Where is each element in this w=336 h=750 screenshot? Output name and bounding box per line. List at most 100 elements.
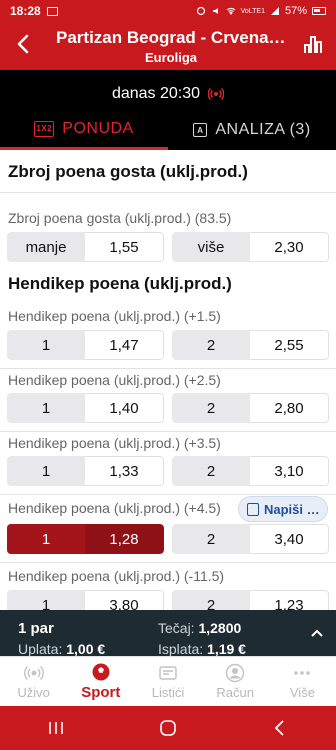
market-label: Hendikep poena (uklj.prod.) (+1.5) bbox=[8, 308, 221, 324]
odd-button-1[interactable]: 1 1,47 bbox=[7, 330, 164, 360]
odd-value: 2,80 bbox=[250, 393, 329, 423]
odd-name: 2 bbox=[172, 590, 250, 610]
wifi-icon bbox=[226, 7, 235, 15]
slip-payout-value: 1,19 € bbox=[207, 641, 246, 657]
slip-payout: Isplata: 1,19 € bbox=[158, 641, 246, 657]
tab-ponuda-label: PONUDA bbox=[62, 119, 134, 137]
odd-name: 1 bbox=[7, 456, 85, 486]
odd-name: 2 bbox=[172, 456, 250, 486]
nav-vise[interactable]: Više bbox=[269, 657, 336, 706]
odd-value: 3,40 bbox=[250, 524, 329, 554]
nav-racun-label: Račun bbox=[216, 685, 254, 700]
section-header-hendikep: Hendikep poena (uklj.prod.) bbox=[8, 274, 232, 293]
tab-analiza[interactable]: A ANALIZA (3) bbox=[168, 110, 336, 150]
match-time: danas 20:30 bbox=[111, 85, 201, 102]
odd-value: 1,23 bbox=[250, 590, 329, 610]
odd-button-2[interactable]: 2 3,10 bbox=[172, 456, 329, 486]
odd-name: 2 bbox=[172, 393, 250, 423]
odd-value: 1,33 bbox=[85, 456, 164, 486]
write-comment-button[interactable]: Napiši … bbox=[238, 496, 328, 522]
status-indicators: VoLTE1 57% bbox=[196, 5, 326, 17]
market-label: Hendikep poena (uklj.prod.) (+4.5) bbox=[8, 500, 221, 516]
odd-value: 2,55 bbox=[250, 330, 329, 360]
home-button[interactable] bbox=[148, 716, 188, 740]
odd-name: 2 bbox=[172, 524, 250, 554]
odd-name: 1 bbox=[7, 330, 85, 360]
divider bbox=[0, 368, 336, 369]
divider bbox=[0, 431, 336, 432]
slip-odds-value: 1,2800 bbox=[198, 620, 242, 636]
nav-listici-label: Listići bbox=[151, 685, 185, 700]
recent-apps-button[interactable] bbox=[36, 716, 76, 740]
market-label: Hendikep poena (uklj.prod.) (-11.5) bbox=[8, 568, 225, 584]
bottom-navigation: Uživo Sport Listići Račun Više bbox=[0, 656, 336, 706]
back-arrow-icon[interactable] bbox=[12, 32, 36, 56]
odd-value: 1,55 bbox=[85, 232, 164, 262]
odds-list[interactable]: Zbroj poena gosta (uklj.prod.) Zbroj poe… bbox=[0, 150, 336, 610]
divider bbox=[0, 494, 336, 495]
odd-button-1[interactable]: 1 1,40 bbox=[7, 393, 164, 423]
bet-slip-bar[interactable]: 1 par Uplata: 1,00 € Tečaj: 1,2800 Ispla… bbox=[0, 610, 336, 657]
odd-value: 3,10 bbox=[250, 456, 329, 486]
nav-sport-label: Sport bbox=[81, 684, 121, 701]
mute-icon bbox=[212, 8, 218, 14]
odd-name: 1 bbox=[7, 524, 85, 554]
odd-button-1[interactable]: 1 1,33 bbox=[7, 456, 164, 486]
nav-sport[interactable]: Sport bbox=[67, 657, 134, 706]
tab-ponuda[interactable]: 1X2 PONUDA bbox=[0, 110, 168, 150]
odd-button-1-selected[interactable]: 1 1,28 bbox=[7, 524, 164, 554]
odd-button-2[interactable]: 2 3,40 bbox=[172, 524, 329, 554]
market-label: Zbroj poena gosta (uklj.prod.) (83.5) bbox=[8, 210, 232, 226]
battery-percent: 57% bbox=[284, 5, 307, 17]
odds-1x2-icon: 1X2 bbox=[34, 120, 55, 137]
slip-payout-label: Isplata: bbox=[158, 641, 204, 657]
nav-racun[interactable]: Račun bbox=[202, 657, 269, 706]
odd-name: manje bbox=[7, 232, 85, 262]
signal-label: VoLTE1 bbox=[240, 7, 265, 15]
app-bar: Partizan Beograd - Crvena… Euroliga bbox=[0, 22, 336, 70]
odd-button-vise[interactable]: više 2,30 bbox=[172, 232, 329, 262]
gallery-icon bbox=[46, 6, 58, 16]
odd-button-2[interactable]: 2 1,23 bbox=[172, 590, 329, 610]
account-icon bbox=[225, 663, 245, 683]
odd-name: više bbox=[172, 232, 250, 262]
recent-apps-icon bbox=[49, 722, 63, 734]
slip-odds-label: Tečaj: bbox=[158, 620, 195, 636]
slip-stake-value: 1,00 € bbox=[66, 641, 106, 657]
divider bbox=[0, 192, 336, 193]
slip-stake-label: Uplata: bbox=[18, 641, 63, 657]
more-icon bbox=[294, 671, 311, 675]
competition-name: Euroliga bbox=[144, 50, 197, 65]
nav-vise-label: Više bbox=[289, 685, 315, 700]
system-back-button[interactable] bbox=[260, 716, 300, 740]
odd-name: 2 bbox=[172, 330, 250, 360]
divider bbox=[0, 562, 336, 563]
chevron-up-icon[interactable] bbox=[310, 626, 324, 640]
live-broadcast-icon bbox=[208, 88, 225, 100]
analysis-icon: A bbox=[193, 123, 208, 137]
home-icon bbox=[160, 720, 176, 736]
note-icon bbox=[247, 502, 259, 516]
ball-icon bbox=[92, 663, 110, 681]
odd-button-2[interactable]: 2 2,55 bbox=[172, 330, 329, 360]
signal-icon bbox=[270, 7, 279, 15]
odd-button-1[interactable]: 1 3,80 bbox=[7, 590, 164, 610]
status-time: 18:28 bbox=[10, 4, 41, 18]
odd-value: 3,80 bbox=[85, 590, 164, 610]
odd-button-2[interactable]: 2 2,80 bbox=[172, 393, 329, 423]
slip-pair-count: 1 par bbox=[18, 620, 54, 637]
write-comment-label: Napiši … bbox=[264, 501, 320, 517]
odd-name: 1 bbox=[7, 590, 85, 610]
nav-uzivo-label: Uživo bbox=[17, 685, 50, 700]
market-label: Hendikep poena (uklj.prod.) (+2.5) bbox=[8, 372, 221, 388]
slip-odds: Tečaj: 1,2800 bbox=[158, 620, 241, 636]
nav-listici[interactable]: Listići bbox=[134, 657, 201, 706]
battery-icon bbox=[312, 7, 326, 15]
status-bar: 18:28 VoLTE1 57% bbox=[0, 0, 336, 22]
nav-uzivo[interactable]: Uživo bbox=[0, 657, 67, 706]
statistics-icon[interactable] bbox=[302, 34, 324, 56]
ticket-icon bbox=[159, 666, 177, 680]
odd-value: 1,40 bbox=[85, 393, 164, 423]
odd-button-manje[interactable]: manje 1,55 bbox=[7, 232, 164, 262]
alarm-icon bbox=[196, 6, 205, 16]
